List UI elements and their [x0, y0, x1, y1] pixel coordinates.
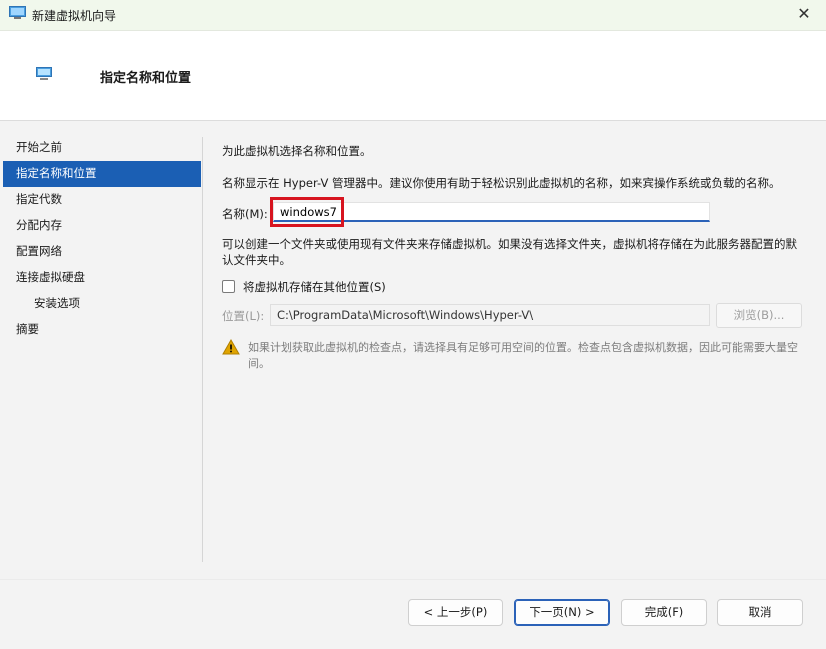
nav-item-generation[interactable]: 指定代数	[3, 187, 201, 213]
nav-item-name-location[interactable]: 指定名称和位置	[3, 161, 201, 187]
finish-button[interactable]: 完成(F)	[621, 599, 707, 626]
title-bar: 新建虚拟机向导 ✕	[0, 0, 826, 31]
vm-name-input[interactable]	[273, 202, 710, 222]
store-elsewhere-label[interactable]: 将虚拟机存储在其他位置(S)	[243, 279, 386, 295]
warning-text: 如果计划获取此虚拟机的检查点，请选择具有足够可用空间的位置。检查点包含虚拟机数据…	[248, 341, 798, 370]
warning-icon	[222, 339, 240, 355]
next-button[interactable]: 下一页(N) >	[514, 599, 610, 626]
location-label: 位置(L):	[222, 309, 265, 323]
browse-button[interactable]: 浏览(B)...	[716, 303, 802, 328]
wizard-header: 指定名称和位置	[0, 31, 826, 121]
cancel-button[interactable]: 取消	[717, 599, 803, 626]
footer-divider	[0, 579, 826, 580]
hyper-v-vm-icon	[9, 6, 26, 19]
store-elsewhere-checkbox[interactable]	[222, 280, 235, 293]
vm-monitor-icon	[36, 67, 52, 80]
page-title: 指定名称和位置	[100, 71, 192, 86]
nav-item-before-you-begin[interactable]: 开始之前	[3, 135, 201, 161]
nav-item-network[interactable]: 配置网络	[3, 239, 201, 265]
nav-item-install-options[interactable]: 安装选项	[3, 291, 201, 317]
intro-text: 为此虚拟机选择名称和位置。	[222, 144, 372, 158]
nav-item-virtual-disk[interactable]: 连接虚拟硬盘	[3, 265, 201, 291]
close-icon[interactable]: ✕	[792, 3, 816, 25]
nav-item-memory[interactable]: 分配内存	[3, 213, 201, 239]
wizard-steps-nav: 开始之前 指定名称和位置 指定代数 分配内存 配置网络 连接虚拟硬盘 安装选项 …	[3, 135, 201, 343]
window-title: 新建虚拟机向导	[32, 9, 117, 23]
nav-divider	[202, 137, 203, 562]
name-label: 名称(M):	[222, 207, 268, 221]
folder-description: 可以创建一个文件夹或使用现有文件夹来存储虚拟机。如果没有选择文件夹，虚拟机将存储…	[222, 237, 797, 267]
nav-item-summary[interactable]: 摘要	[3, 317, 201, 343]
previous-button[interactable]: < 上一步(P)	[408, 599, 503, 626]
location-input[interactable]: C:\ProgramData\Microsoft\Windows\Hyper-V…	[270, 304, 710, 326]
name-description: 名称显示在 Hyper-V 管理器中。建议你使用有助于轻松识别此虚拟机的名称，如…	[222, 176, 781, 190]
